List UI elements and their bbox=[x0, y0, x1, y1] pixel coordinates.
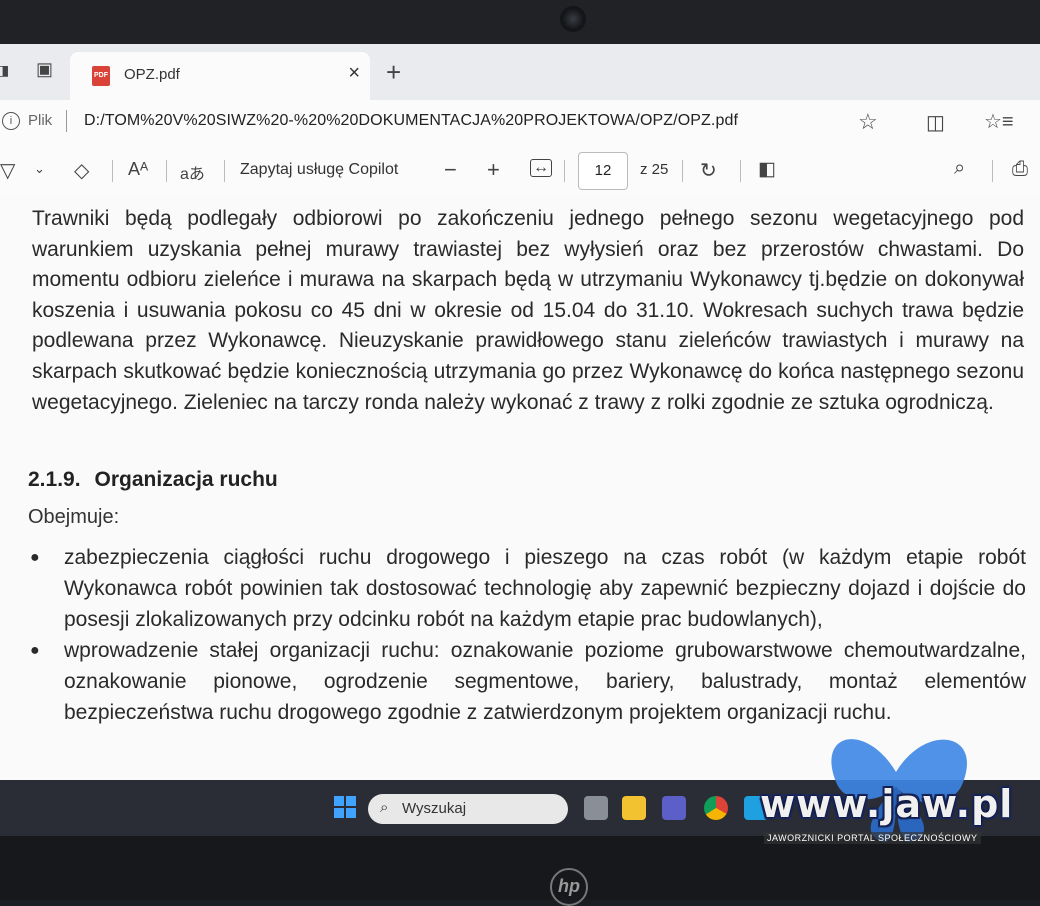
watermark: www.jaw.pl JAWORZNICKI PORTAL SPOŁECZNOŚ… bbox=[756, 712, 1036, 872]
toolbar-divider bbox=[166, 160, 167, 182]
vertical-tabs-icon[interactable]: ▣ bbox=[36, 59, 53, 80]
search-icon[interactable]: ⌕ bbox=[954, 157, 965, 180]
info-icon[interactable]: i bbox=[2, 112, 20, 130]
heading-title: Organizacja ruchu bbox=[94, 468, 278, 491]
taskbar-search[interactable]: ⌕ Wyszukaj bbox=[368, 794, 568, 824]
webcam bbox=[560, 6, 586, 32]
toolbar-divider bbox=[740, 160, 741, 182]
watermark-subtitle: JAWORZNICKI PORTAL SPOŁECZNOŚCIOWY bbox=[764, 832, 981, 844]
ask-copilot-button[interactable]: Zapytaj usługę Copilot bbox=[240, 161, 398, 179]
list-item-text: zabezpieczenia ciągłości ruchu drogowego… bbox=[64, 546, 1026, 631]
address-divider bbox=[66, 110, 67, 132]
body-paragraph: Trawniki będą podlegały odbiorowi po zak… bbox=[32, 207, 1024, 414]
page-total: z 25 bbox=[640, 161, 669, 178]
bullet-icon: ● bbox=[30, 642, 40, 659]
toolbar-divider bbox=[682, 160, 683, 182]
tab-title: OPZ.pdf bbox=[124, 66, 180, 83]
page-number-input[interactable]: 12 bbox=[578, 152, 628, 190]
file-explorer-icon[interactable] bbox=[622, 796, 646, 820]
split-screen-icon[interactable]: ◫ bbox=[926, 110, 945, 135]
page-view-icon[interactable]: ◧ bbox=[758, 158, 776, 181]
toolbar-divider bbox=[224, 160, 225, 182]
fit-width-icon[interactable]: ↔ bbox=[530, 159, 552, 177]
start-icon[interactable] bbox=[334, 796, 356, 818]
section-heading: 2.1.9. Organizacja ruchu bbox=[28, 468, 278, 492]
new-tab-button[interactable]: + bbox=[386, 59, 401, 85]
hp-logo: hp bbox=[550, 868, 588, 906]
bullet-icon: ● bbox=[30, 549, 40, 566]
favorites-icon[interactable]: ☆≡ bbox=[984, 109, 1014, 134]
tab-opz[interactable]: PDF OPZ.pdf × bbox=[70, 52, 370, 100]
list-item: ● zabezpieczenia ciągłości ruchu drogowe… bbox=[28, 542, 1026, 635]
zoom-out-icon[interactable]: − bbox=[444, 157, 457, 183]
screen: ◨ ▣ PDF OPZ.pdf × + i Plik D:/TOM%20V%20… bbox=[0, 44, 1040, 780]
tab-strip: ◨ ▣ PDF OPZ.pdf × + bbox=[0, 44, 1040, 100]
chevron-down-icon[interactable]: ⌄ bbox=[34, 161, 45, 177]
favorite-star-icon[interactable]: ☆ bbox=[858, 109, 878, 135]
watermark-text: www.jaw.pl bbox=[760, 782, 1014, 826]
address-bar: i Plik D:/TOM%20V%20SIWZ%20-%20%20DOKUME… bbox=[0, 100, 1040, 146]
pdf-file-icon: PDF bbox=[92, 66, 110, 86]
bullet-list: ● zabezpieczenia ciągłości ruchu drogowe… bbox=[28, 542, 1026, 728]
tab-actions-icon[interactable]: ◨ bbox=[0, 62, 9, 79]
heading-number: 2.1.9. bbox=[28, 468, 81, 491]
close-tab-icon[interactable]: × bbox=[348, 62, 360, 85]
translate-icon[interactable]: aあ bbox=[180, 160, 205, 184]
highlight-icon[interactable]: ▽ bbox=[0, 158, 15, 183]
pdf-toolbar: ▽ ⌄ ◇ Aᴬ aあ Zapytaj usługę Copilot − + ↔… bbox=[0, 146, 1040, 197]
toolbar-divider bbox=[112, 160, 113, 182]
task-view-icon[interactable] bbox=[584, 796, 608, 820]
rotate-icon[interactable]: ↻ bbox=[700, 158, 717, 183]
print-icon[interactable]: ⎙ bbox=[1012, 158, 1028, 181]
laptop-top-bezel bbox=[0, 0, 1040, 44]
search-icon: ⌕ bbox=[380, 799, 389, 816]
intro-text: Obejmuje: bbox=[28, 506, 120, 528]
chrome-icon[interactable] bbox=[704, 796, 728, 820]
toolbar-divider bbox=[992, 160, 993, 182]
address-file-label: Plik bbox=[28, 112, 53, 129]
teams-icon[interactable] bbox=[662, 796, 686, 820]
taskbar-search-label: Wyszukaj bbox=[402, 800, 467, 817]
zoom-in-icon[interactable]: + bbox=[487, 157, 500, 183]
read-aloud-icon[interactable]: Aᴬ bbox=[128, 159, 148, 180]
eraser-icon[interactable]: ◇ bbox=[74, 158, 89, 183]
url-field[interactable]: D:/TOM%20V%20SIWZ%20-%20%20DOKUMENTACJA%… bbox=[84, 112, 738, 130]
pdf-page: Trawniki będą podlegały odbiorowi po zak… bbox=[0, 196, 1040, 780]
toolbar-divider bbox=[564, 160, 565, 182]
